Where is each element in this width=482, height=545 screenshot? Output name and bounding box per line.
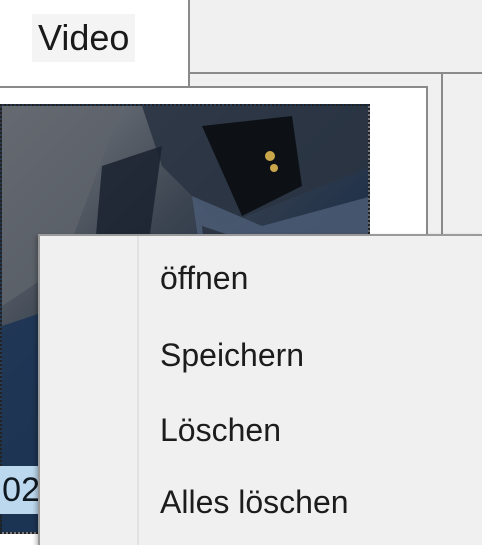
screen: Video 02 öffnen Speichern Löschen Alles …: [0, 0, 482, 545]
menu-gutter-separator: [137, 236, 139, 545]
tab-video[interactable]: Video: [0, 0, 190, 86]
menu-item-delete-all[interactable]: Alles löschen: [160, 472, 460, 532]
context-menu: öffnen Speichern Löschen Alles löschen: [38, 234, 482, 545]
tab-video-label: Video: [32, 14, 136, 62]
menu-item-open[interactable]: öffnen: [160, 248, 460, 308]
menu-item-delete[interactable]: Löschen: [160, 400, 460, 460]
menu-icon-gutter: [40, 236, 136, 545]
thumbnail-label: 02: [2, 472, 40, 508]
menu-item-save[interactable]: Speichern: [160, 325, 460, 385]
